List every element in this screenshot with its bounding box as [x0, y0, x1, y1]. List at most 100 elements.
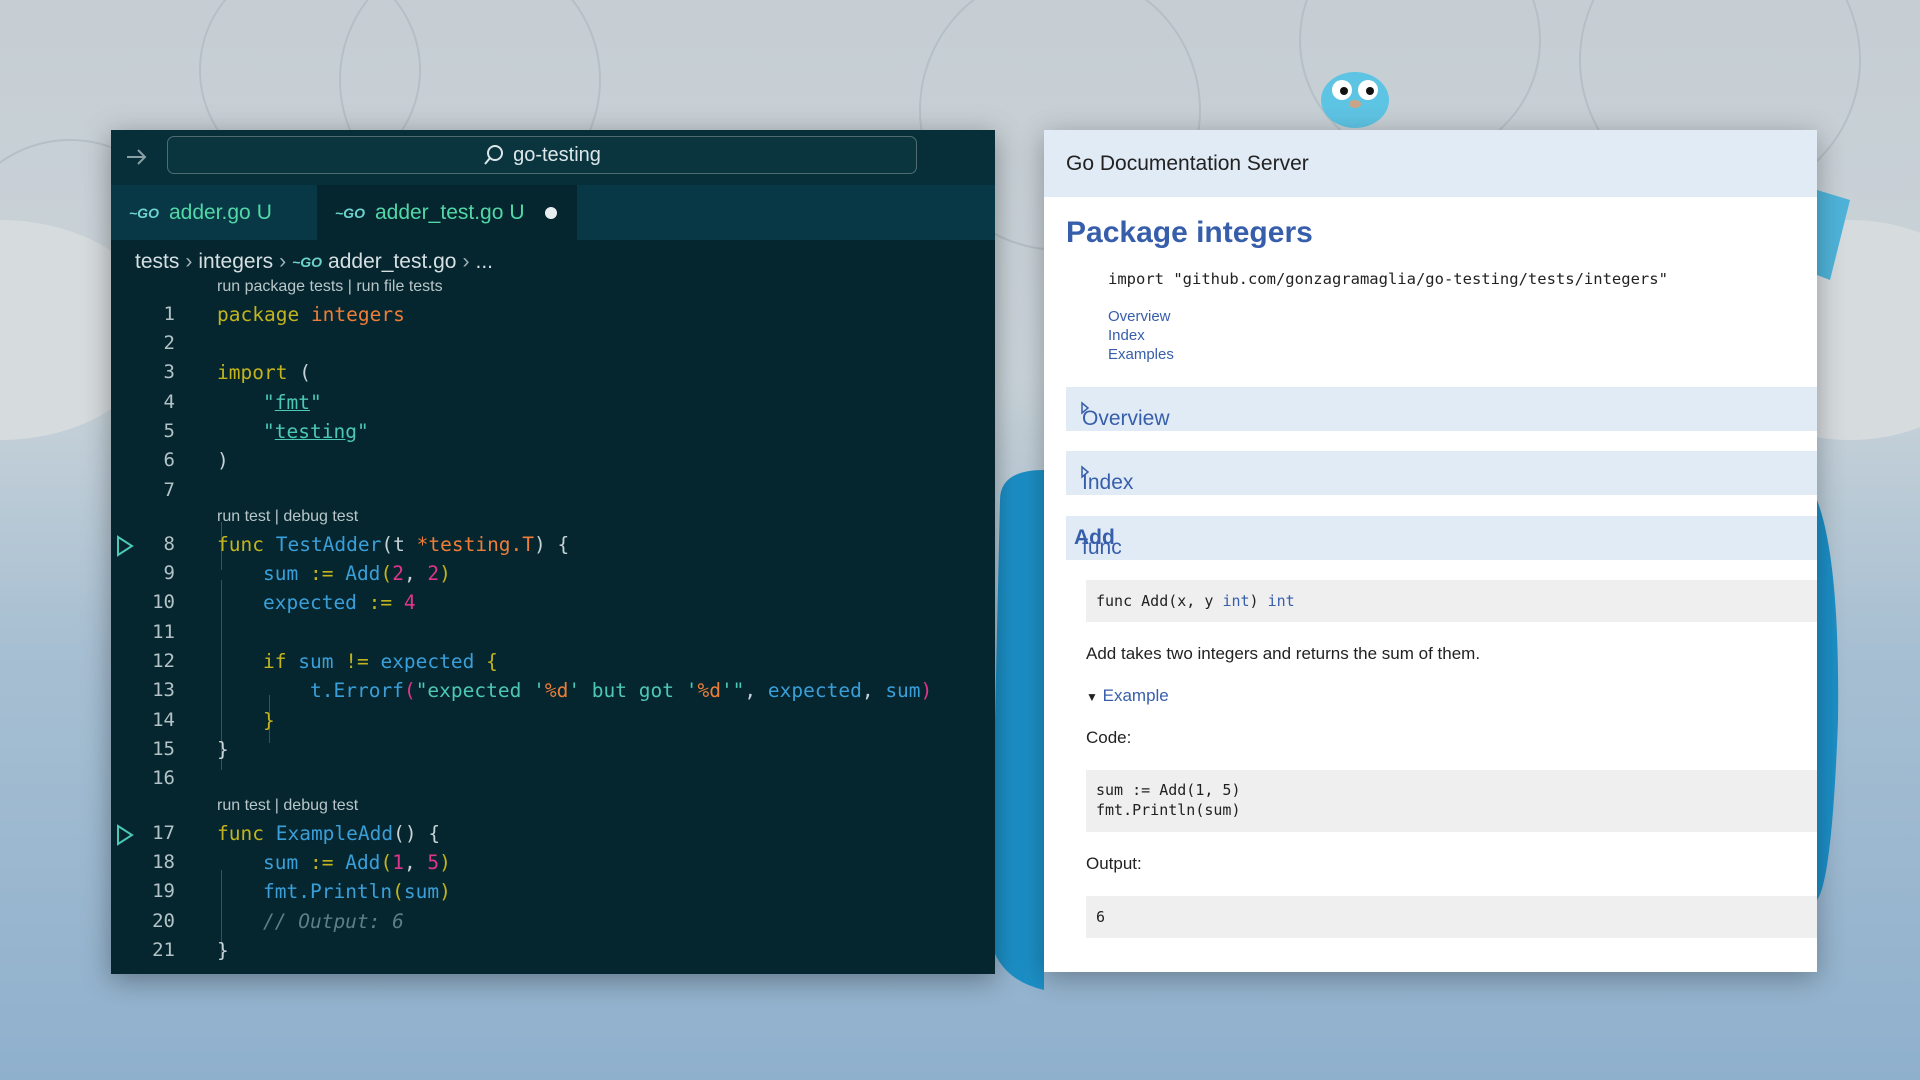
number: 2 — [427, 562, 440, 585]
title-bar: go-testing — [111, 130, 995, 185]
punct: , — [403, 851, 428, 874]
chevron-right-icon: › — [185, 250, 193, 273]
documentation-window: Go Documentation Server Package integers… — [1044, 130, 1817, 972]
tab-label: adder.go — [168, 200, 251, 224]
line-number: 16 — [152, 767, 175, 789]
section-index[interactable]: Index — [1066, 451, 1817, 495]
code-line[interactable]: ) — [217, 449, 229, 472]
operator: := — [356, 591, 404, 614]
punct: (t — [381, 533, 417, 556]
example-toggle[interactable]: ▼ Example — [1086, 686, 1169, 706]
example-code-block: sum := Add(1, 5) fmt.Println(sum) — [1086, 770, 1817, 832]
line-number: 6 — [163, 449, 175, 471]
line-number: 12 — [152, 650, 175, 672]
signature-text: ) — [1249, 592, 1268, 610]
type-link[interactable]: int — [1222, 592, 1249, 610]
code-line[interactable]: func ExampleAdd() { — [217, 822, 440, 845]
arrow-right-icon[interactable] — [121, 142, 151, 172]
section-overview[interactable]: Overview — [1066, 387, 1817, 431]
func-prefix: func — [1082, 536, 1122, 559]
import-path-link[interactable]: testing — [275, 420, 357, 443]
code-line[interactable]: t.Errorf("expected '%d' but got '%d'", e… — [310, 679, 932, 702]
tab-status: U — [509, 200, 525, 224]
code-line[interactable]: import ( — [217, 361, 311, 384]
breadcrumb-item[interactable]: tests — [135, 250, 179, 274]
toc-link-index[interactable]: Index — [1108, 327, 1145, 344]
code-line[interactable]: sum := Add(2, 2) — [263, 562, 451, 585]
go-file-icon: ~GO — [292, 254, 323, 270]
punct: , — [744, 679, 768, 702]
code-lens-example[interactable]: run test | debug test — [217, 797, 358, 815]
code-lens-package[interactable]: run package tests | run file tests — [217, 278, 443, 296]
type-link[interactable]: int — [1268, 592, 1295, 610]
identifier: sum — [263, 562, 299, 585]
code-line[interactable]: func TestAdder(t *testing.T) { — [217, 533, 569, 556]
code-line[interactable]: } — [217, 939, 229, 962]
type: T — [522, 533, 535, 556]
breadcrumb-item[interactable]: adder_test.go — [328, 250, 456, 274]
keyword: if — [263, 650, 287, 673]
line-number: 20 — [152, 910, 175, 932]
line-number: 21 — [152, 939, 175, 961]
code-line[interactable]: "testing" — [263, 420, 369, 443]
identifier: expected — [380, 650, 475, 673]
string: "expected ' — [415, 679, 545, 702]
line-number: 5 — [163, 420, 175, 442]
code-line[interactable]: package integers — [217, 303, 405, 326]
punct: ( — [380, 851, 393, 874]
operator: := — [298, 562, 346, 585]
doc-header: Go Documentation Server — [1044, 130, 1817, 197]
tab-adder-test-go[interactable]: ~GO adder_test.go U — [317, 185, 577, 240]
breadcrumb-item[interactable]: integers — [198, 250, 273, 274]
code-line[interactable]: if sum != expected { — [263, 650, 498, 673]
punct: ( — [392, 880, 404, 903]
example-toggle-label: Example — [1102, 686, 1169, 705]
package-name: integers — [310, 303, 405, 326]
punct: ) { — [534, 533, 570, 556]
line-number: 19 — [152, 880, 175, 902]
search-icon — [484, 145, 504, 165]
punct: ) — [439, 562, 451, 585]
import-path-link[interactable]: fmt — [275, 391, 310, 414]
string: " — [356, 420, 369, 443]
code-line[interactable]: "fmt" — [263, 391, 322, 414]
punct: () { — [393, 822, 441, 845]
section-label: Overview — [1082, 407, 1170, 430]
toc-link-overview[interactable]: Overview — [1108, 308, 1171, 325]
signature-text: func Add(x, y — [1096, 592, 1223, 610]
example-code-line: fmt.Println(sum) — [1096, 801, 1241, 819]
line-number: 3 — [163, 361, 175, 383]
string: " — [263, 420, 275, 443]
example-output: 6 — [1086, 896, 1817, 938]
breadcrumb: tests › integers › ~GO adder_test.go › .… — [135, 247, 493, 277]
tab-adder-go[interactable]: ~GO adder.go U — [111, 185, 317, 240]
code-line[interactable]: } — [217, 738, 229, 761]
section-func-add[interactable]: func Add — [1066, 516, 1817, 560]
code-line[interactable]: } — [263, 709, 275, 732]
function-name: TestAdder — [275, 533, 382, 556]
punct: ) — [439, 851, 451, 874]
operator: != — [333, 650, 381, 673]
code-comment[interactable]: // Output: 6 — [263, 910, 404, 933]
line-number: 14 — [152, 709, 175, 731]
code-line[interactable]: fmt.Println(sum) — [263, 880, 451, 903]
code-lens-test[interactable]: run test | debug test — [217, 508, 358, 526]
section-label: Index — [1082, 471, 1134, 494]
code-line[interactable]: expected := 4 — [263, 591, 416, 614]
line-number: 15 — [152, 738, 175, 760]
punct: , — [861, 679, 886, 702]
example-code-line: sum := Add(1, 5) — [1096, 781, 1241, 799]
toc-link-examples[interactable]: Examples — [1108, 346, 1174, 363]
command-center-search[interactable]: go-testing — [167, 136, 917, 174]
tab-status: U — [256, 200, 272, 224]
string: " — [263, 391, 275, 414]
code-line[interactable]: sum := Add(1, 5) — [263, 851, 451, 874]
function-name: ExampleAdd — [275, 822, 394, 845]
line-number: 1 — [163, 303, 175, 325]
go-file-icon: ~GO — [335, 204, 365, 221]
line-number: 17 — [152, 822, 175, 844]
breadcrumb-item[interactable]: ... — [475, 250, 493, 274]
punct: ) — [920, 679, 933, 702]
number: 2 — [392, 562, 404, 585]
identifier: sum — [403, 880, 440, 903]
